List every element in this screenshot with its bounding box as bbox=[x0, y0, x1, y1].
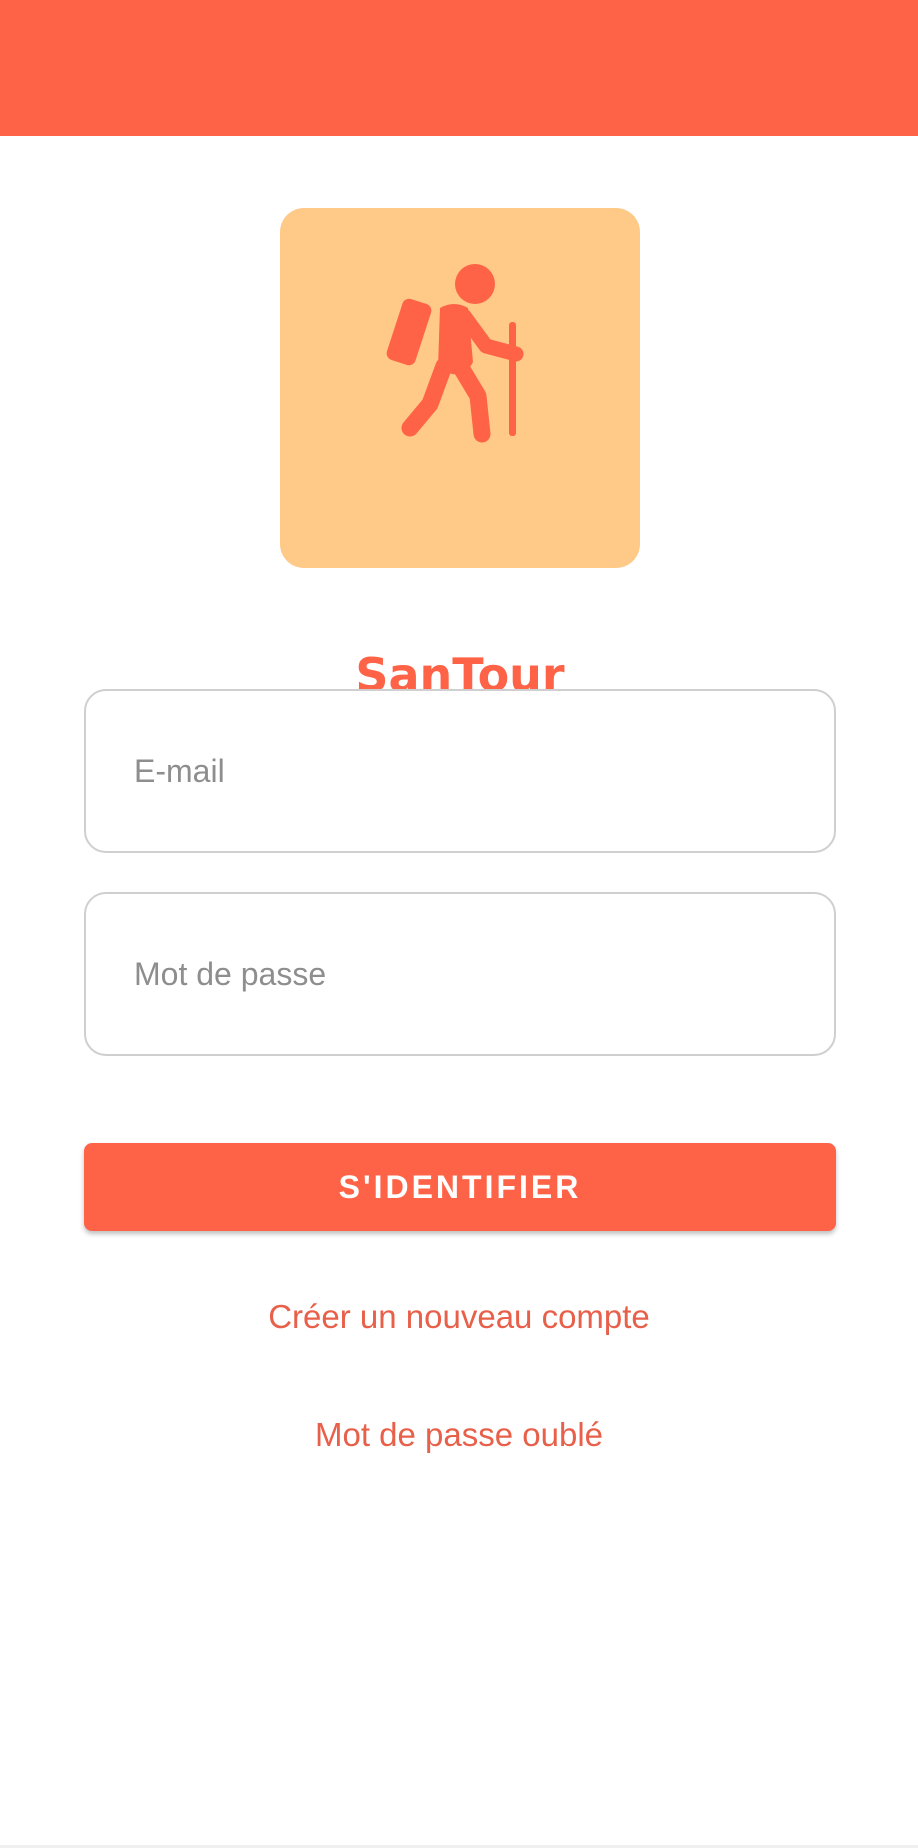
password-input[interactable] bbox=[86, 894, 834, 1054]
hiker-icon bbox=[386, 264, 524, 443]
email-field[interactable] bbox=[84, 689, 836, 853]
password-field[interactable] bbox=[84, 892, 836, 1056]
forgot-password-link[interactable]: Mot de passe oublé bbox=[0, 1416, 918, 1454]
login-screen: SanTour S'IDENTIFIER Créer un nouveau co… bbox=[0, 0, 918, 1848]
create-account-link[interactable]: Créer un nouveau compte bbox=[0, 1298, 918, 1336]
email-input[interactable] bbox=[86, 691, 834, 851]
login-button[interactable]: S'IDENTIFIER bbox=[84, 1143, 836, 1231]
top-app-bar bbox=[0, 0, 918, 136]
app-logo: SanTour bbox=[280, 208, 640, 702]
